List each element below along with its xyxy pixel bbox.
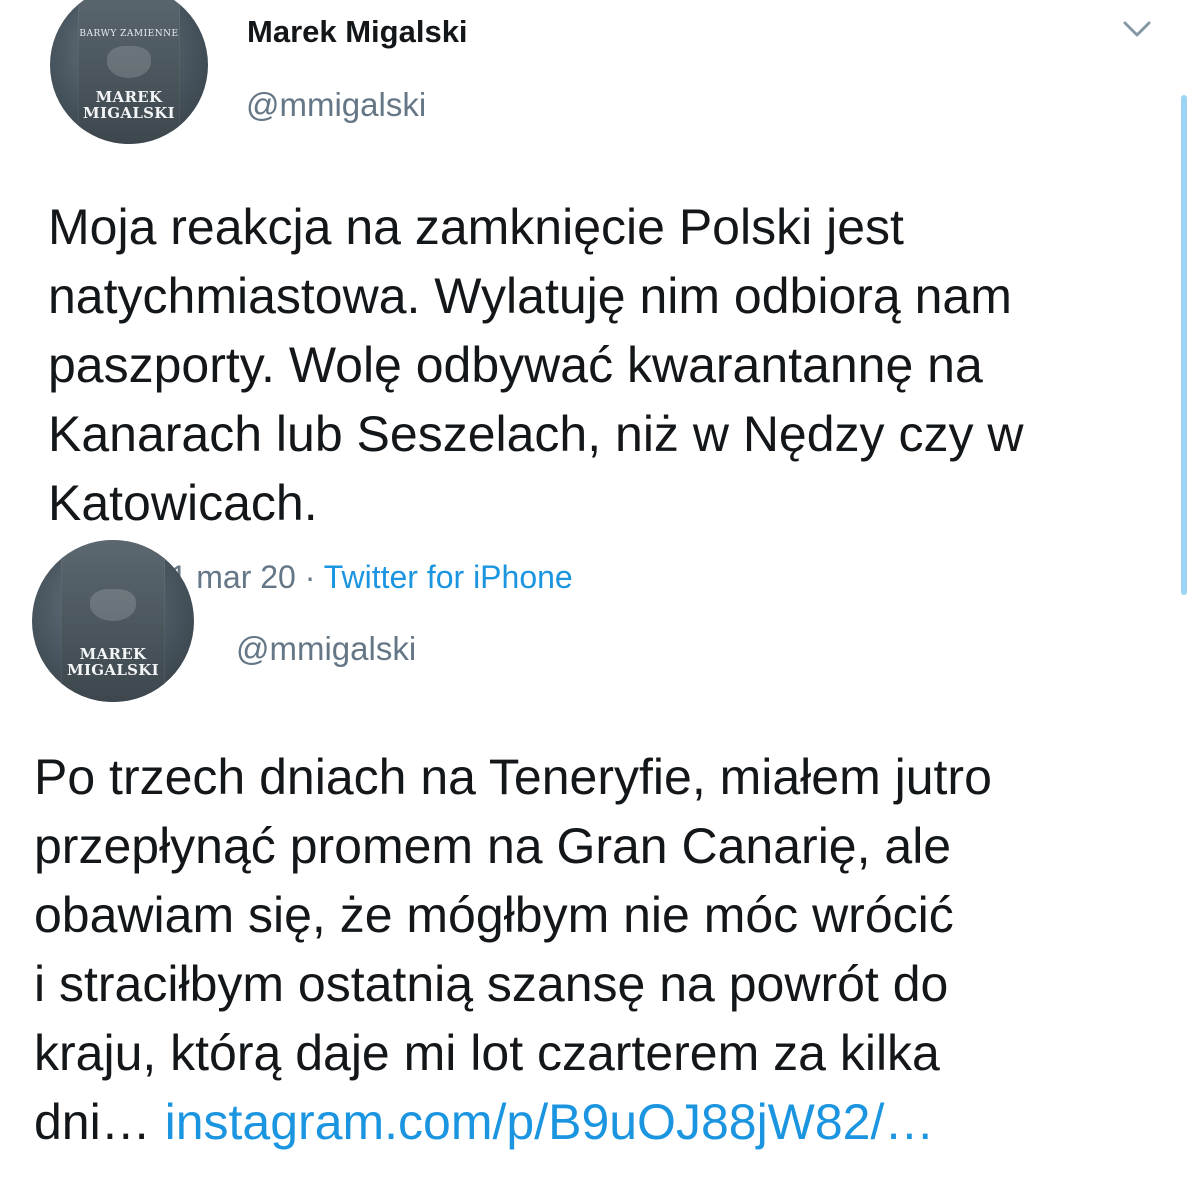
tweet-text-line: Katowicach. [48, 475, 318, 531]
tweet-text-line: kraju, którą daje mi lot czarterem za ki… [34, 1025, 940, 1081]
avatar-author-line-1: MAREK [95, 88, 163, 107]
avatar[interactable]: MAREK MIGALSKI [32, 540, 194, 702]
author-display-name[interactable]: Marek Migalski [247, 14, 468, 50]
tweet-card-1: BARWY ZAMIENNE MAREK MIGALSKI Marek Miga… [0, 0, 1200, 600]
tweet-text-line: przepłynąć promem na Gran Canarię, ale [34, 818, 952, 874]
author-handle[interactable]: @mmigalski [246, 86, 426, 124]
instagram-link[interactable]: instagram.com/p/B9uOJ88jW82/… [165, 1094, 935, 1150]
tweet-text-line: natychmiastowa. Wylatuję nim odbiorą nam [48, 268, 1012, 324]
tweet-text-line: dni… instagram.com/p/B9uOJ88jW82/… [34, 1088, 992, 1157]
avatar-eagle-emblem [106, 46, 152, 78]
avatar-author-line-2: MIGALSKI [83, 104, 175, 123]
avatar-author-line-1: MAREK [79, 644, 147, 663]
tweet-text-line: paszporty. Wolę odbywać kwarantannę na [48, 337, 983, 393]
tweet-text-line: i straciłbym ostatnią szansę na powrót d… [34, 956, 949, 1012]
tweet-text: Po trzech dniach na Teneryfie, miałem ju… [34, 743, 992, 1157]
avatar-author-line-2: MIGALSKI [67, 661, 159, 680]
tweet-text-line: obawiam się, że mógłbym nie móc wrócić [34, 887, 954, 943]
avatar-series-text: BARWY ZAMIENNE [79, 28, 179, 39]
tweet-card-2: MAREK MIGALSKI @mmigalski Po trzech dnia… [0, 540, 1200, 1200]
scrollbar-thumb[interactable] [1181, 95, 1187, 595]
avatar-eagle-emblem [90, 588, 136, 621]
tweet-text-line: Moja reakcja na zamknięcie Polski jest [48, 199, 904, 255]
tweet-source-link[interactable]: Twitter for iPhone [324, 559, 573, 595]
tweet-text-line: Po trzech dniach na Teneryfie, miałem ju… [34, 749, 992, 805]
tweet-text-tail: dni… [34, 1094, 165, 1150]
tweet-text-line: Kanarach lub Seszelach, niż w Nędzy czy … [48, 406, 1024, 462]
avatar[interactable]: BARWY ZAMIENNE MAREK MIGALSKI [50, 0, 208, 144]
author-handle[interactable]: @mmigalski [236, 630, 416, 668]
chevron-down-icon[interactable] [1122, 18, 1152, 40]
tweet-text: Moja reakcja na zamknięcie Polski jest n… [48, 193, 1023, 538]
